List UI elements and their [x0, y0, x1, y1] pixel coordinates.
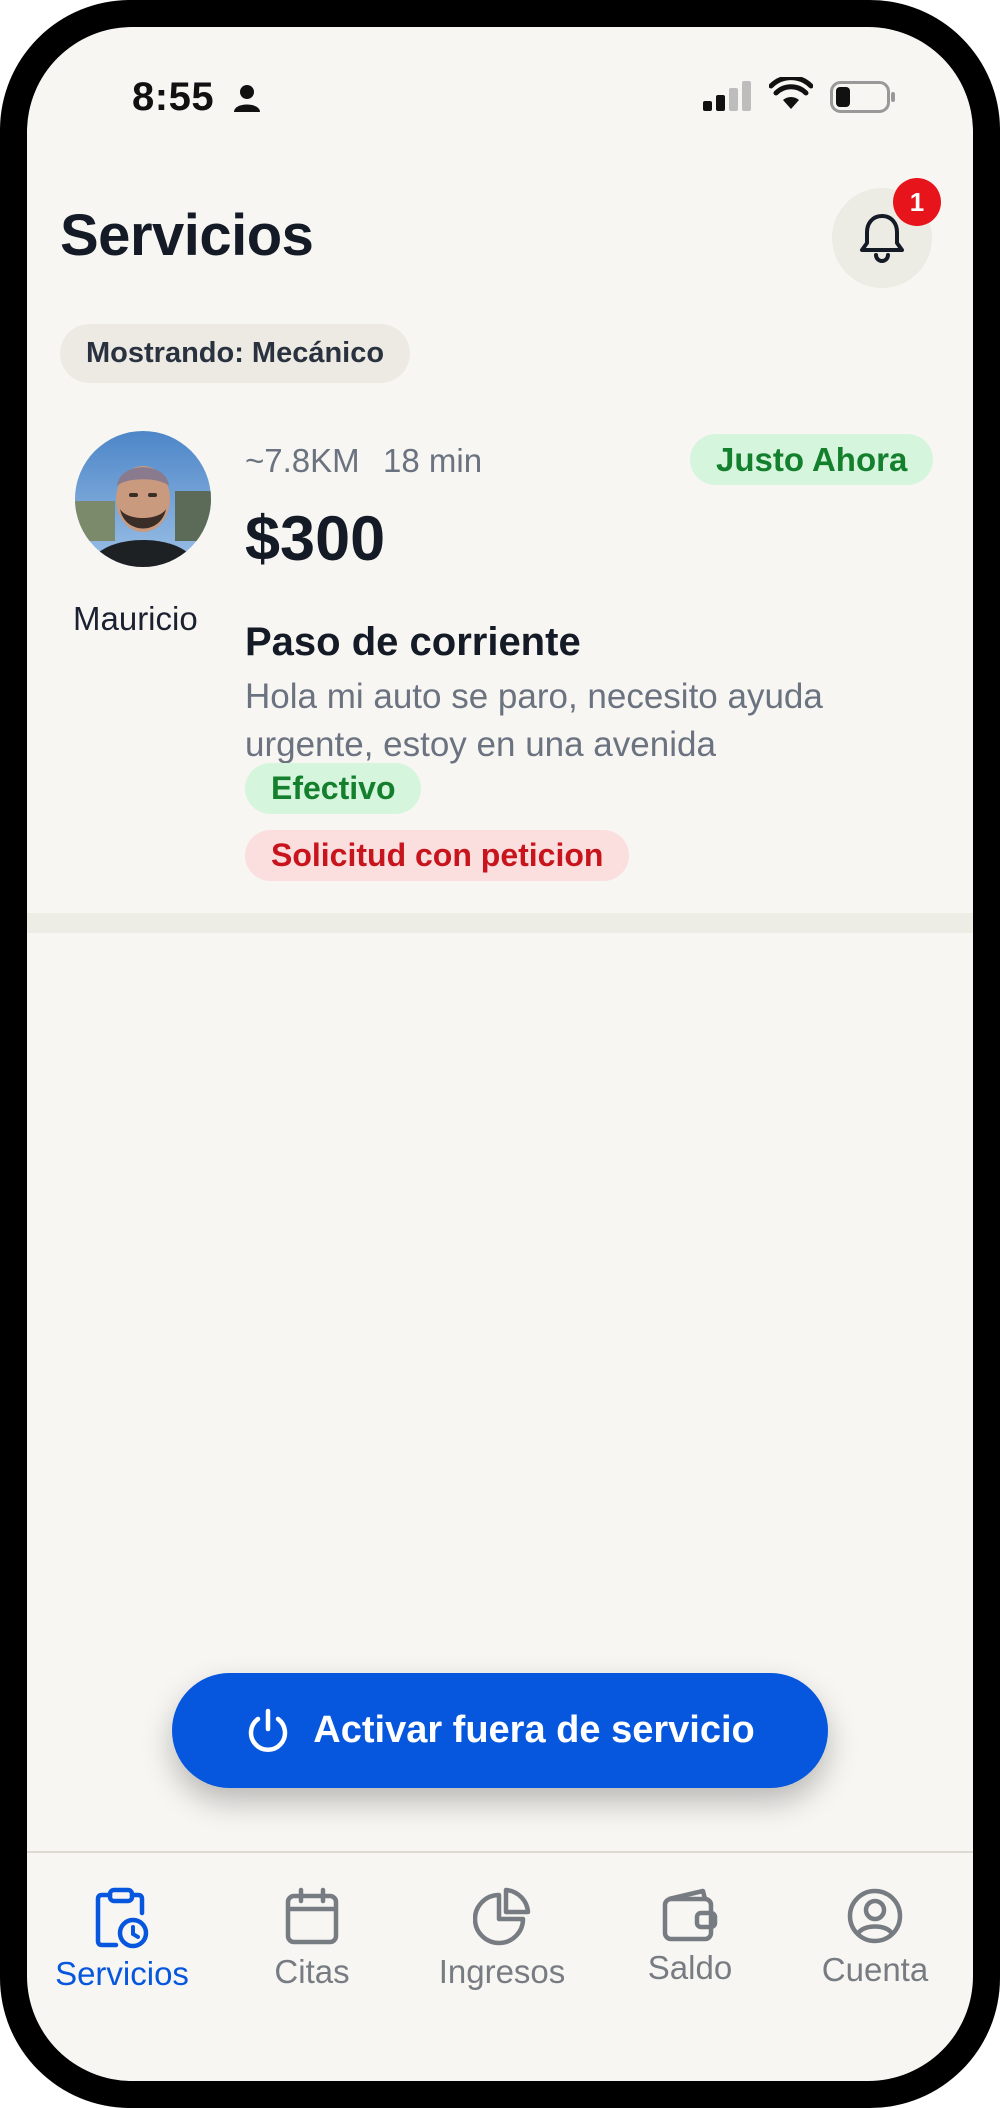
calendar-icon: [285, 1887, 339, 1945]
battery-icon: [830, 81, 895, 113]
wallet-icon: [662, 1888, 718, 1942]
tab-cuenta[interactable]: Cuenta: [780, 1887, 970, 1989]
phone-frame: 8:55 Servicios 1 Mostrando: Mecánico Mau…: [0, 0, 1000, 2108]
time-badge: Justo Ahora: [690, 434, 934, 485]
service-price: $300: [245, 504, 386, 574]
tab-label: Saldo: [647, 1949, 733, 1986]
activate-out-of-service-label: Activar fuera de servicio: [313, 1709, 755, 1751]
status-time: 8:55: [132, 75, 215, 119]
tab-label: Servicios: [55, 1955, 189, 1992]
filter-chip[interactable]: Mostrando: Mecánico: [60, 324, 411, 383]
wifi-icon: [769, 77, 813, 109]
signal-icon: [703, 81, 751, 111]
client-avatar: [75, 431, 211, 567]
activate-out-of-service-button[interactable]: Activar fuera de servicio: [172, 1673, 828, 1788]
clipboard-clock-icon: [95, 1887, 149, 1949]
notification-badge: 1: [893, 178, 941, 226]
person-icon: [234, 85, 260, 112]
service-title: Paso de corriente: [245, 620, 581, 664]
client-name: Mauricio: [73, 600, 198, 637]
eta-text: 18 min: [383, 442, 483, 479]
tab-ingresos[interactable]: Ingresos: [407, 1887, 597, 1991]
tab-saldo[interactable]: Saldo: [595, 1887, 785, 1987]
tab-label: Cuenta: [821, 1951, 929, 1988]
service-description: Hola mi auto se paro, necesito ayuda urg…: [245, 677, 823, 764]
tab-label: Citas: [274, 1953, 350, 1990]
distance-text: ~7.8KM: [245, 442, 360, 479]
page-title: Servicios: [60, 203, 314, 268]
tab-label: Ingresos: [438, 1953, 566, 1990]
user-circle-icon: [847, 1888, 903, 1944]
divider: [27, 913, 973, 933]
pie-chart-icon: [473, 1887, 531, 1946]
tab-servicios[interactable]: Servicios: [27, 1887, 217, 1993]
payment-method-tag: Efectivo: [245, 763, 422, 814]
tab-citas[interactable]: Citas: [217, 1887, 407, 1991]
bell-icon: [860, 214, 904, 263]
screen: 8:55 Servicios 1 Mostrando: Mecánico Mau…: [27, 27, 973, 2081]
request-type-tag: Solicitud con peticion: [245, 830, 630, 881]
power-icon: [249, 1708, 288, 1752]
